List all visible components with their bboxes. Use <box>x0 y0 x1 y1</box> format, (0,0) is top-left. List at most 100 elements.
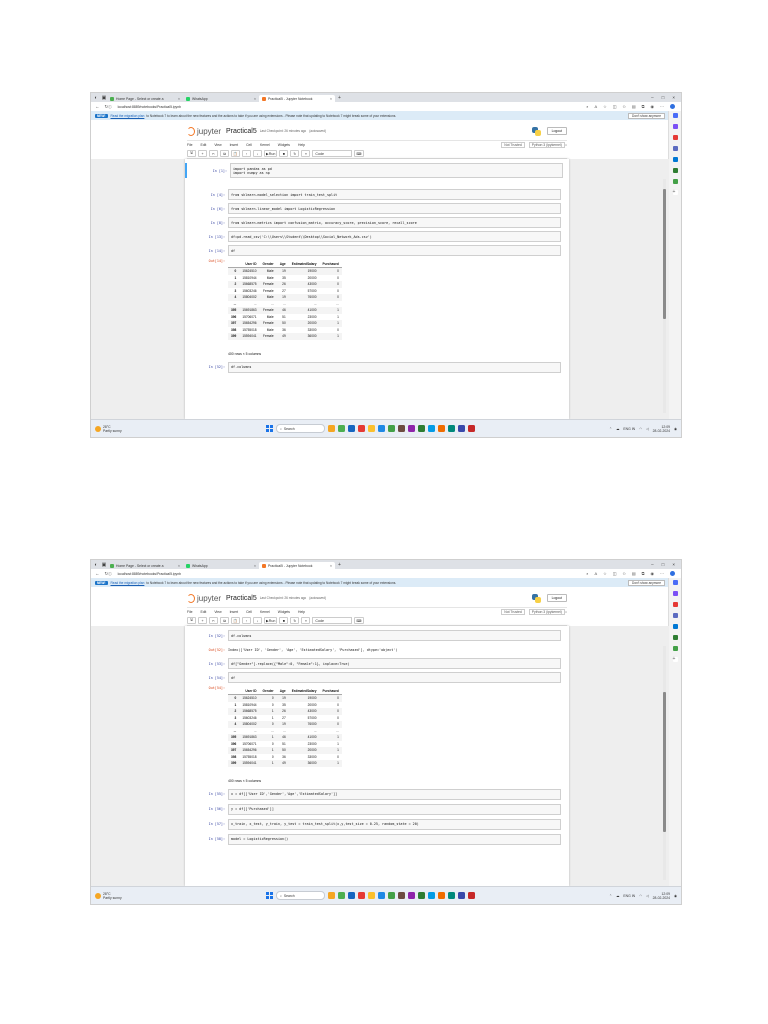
menu-item-edit[interactable]: Edit <box>200 610 206 614</box>
volume-icon[interactable]: ◁ <box>646 894 649 898</box>
taskbar-app-icon[interactable] <box>418 425 425 432</box>
profile-icon[interactable]: ◐ <box>93 562 99 568</box>
sidebar-app-icon[interactable] <box>672 624 678 629</box>
code-input[interactable]: df <box>228 672 561 683</box>
zoom-icon[interactable]: ⌕ <box>586 104 588 109</box>
sidebar-app-icon[interactable] <box>672 146 678 151</box>
code-cell[interactable]: In [54]: df <box>185 672 569 683</box>
taskbar-app-icon[interactable] <box>328 425 335 432</box>
tab-close-icon[interactable]: × <box>330 564 332 568</box>
tray-chevron-icon[interactable]: ⌃ <box>609 894 612 898</box>
close-window-icon[interactable]: × <box>672 562 675 567</box>
notification-icon[interactable]: ◉ <box>674 427 677 431</box>
more-icon[interactable]: ⋯ <box>660 571 664 576</box>
taskbar-app-icon[interactable] <box>388 425 395 432</box>
menu-item-file[interactable]: File <box>187 610 192 614</box>
cell-type-select[interactable]: Code <box>312 150 353 157</box>
code-cell[interactable]: In [4]: from sklearn.model_selection impo… <box>185 189 569 200</box>
sidebar-app-icon[interactable] <box>672 591 678 596</box>
split-icon[interactable]: ◫ <box>613 104 617 109</box>
favorites-icon[interactable]: ✩ <box>623 104 626 109</box>
taskbar-app-icon[interactable] <box>348 892 355 899</box>
weather-widget[interactable]: 28°C Partly sunny <box>95 892 122 900</box>
more-icon[interactable]: ⋯ <box>660 104 664 109</box>
copy-icon[interactable]: ⧉ <box>220 150 229 157</box>
start-icon[interactable] <box>266 425 273 432</box>
menu-item-edit[interactable]: Edit <box>200 143 206 147</box>
taskbar-app-icon[interactable] <box>468 425 475 432</box>
migration-plan-link[interactable]: Read the migration plan <box>111 581 145 585</box>
menu-item-kernel[interactable]: Kernel <box>260 610 270 614</box>
code-input[interactable]: df["Gender"].replace({"Male":0, "Female"… <box>228 658 561 669</box>
collections-icon[interactable]: ▤ <box>632 571 636 576</box>
copilot-icon[interactable]: ◉ <box>651 104 655 109</box>
new-tab-icon[interactable]: + <box>338 562 341 568</box>
code-input[interactable]: y = df[['Purchased']] <box>228 803 561 815</box>
browser-tab[interactable]: Practical5 - Jupyter Notebook × <box>259 95 335 102</box>
sidebar-app-icon[interactable] <box>672 157 678 162</box>
code-input[interactable]: df=pd.read_csv('C:\\Users\\Student\\Desk… <box>228 231 561 242</box>
code-cell[interactable]: In [13]: df=pd.read_csv('C:\\Users\\Stude… <box>185 231 569 242</box>
sidebar-app-icon[interactable] <box>672 179 678 184</box>
run-button[interactable]: ▶ Run <box>264 617 278 624</box>
code-cell[interactable]: In [53]: df["Gender"].replace({"Male":0, … <box>185 658 569 669</box>
weather-widget[interactable]: 28°C Partly sunny <box>95 425 122 433</box>
taskbar-app-icon[interactable] <box>338 425 345 432</box>
run-button[interactable]: ▶ Run <box>264 150 278 157</box>
dont-show-button[interactable]: Don't show anymore <box>628 579 665 586</box>
sidebar-app-icon[interactable] <box>672 113 678 118</box>
tab-close-icon[interactable]: × <box>254 97 256 101</box>
taskbar-app-icon[interactable] <box>348 425 355 432</box>
code-cell[interactable]: In [57]: x_train, x_test, y_train, y_test… <box>185 818 569 830</box>
browser-tab[interactable]: WhatsApp × <box>183 95 259 102</box>
favorites-icon[interactable]: ✩ <box>623 571 626 576</box>
sidebar-app-icon[interactable] <box>672 580 678 585</box>
logout-button[interactable]: Logout <box>546 127 567 135</box>
url-field[interactable]: localhost:8889/notebooks/Practical5.ipyn… <box>118 105 181 109</box>
paste-icon[interactable]: 📋 <box>231 150 240 157</box>
code-input[interactable]: df.columns <box>228 630 561 641</box>
taskbar-app-icon[interactable] <box>338 892 345 899</box>
menu-item-widgets[interactable]: Widgets <box>278 610 290 614</box>
account-icon[interactable] <box>670 571 675 576</box>
trusted-indicator[interactable]: Not Trusted <box>501 142 525 148</box>
scrollbar-thumb[interactable] <box>663 189 666 319</box>
taskbar-app-icon[interactable] <box>388 892 395 899</box>
taskbar-app-icon[interactable] <box>408 892 415 899</box>
maximize-icon[interactable]: □ <box>662 562 665 567</box>
code-input[interactable]: from sklearn.metrics import confusion_ma… <box>228 217 561 228</box>
taskbar-app-icon[interactable] <box>428 892 435 899</box>
wifi-icon[interactable]: ◠ <box>639 894 642 898</box>
taskbar-app-icon[interactable] <box>418 892 425 899</box>
sidebar-app-icon[interactable] <box>672 168 678 173</box>
code-cell[interactable]: In [52]: df.columns <box>185 361 569 373</box>
menu-item-insert[interactable]: Insert <box>230 143 238 147</box>
cut-icon[interactable]: ✂ <box>209 150 218 157</box>
taskbar-search[interactable]: ⌕ Search <box>276 424 325 433</box>
taskbar-app-icon[interactable] <box>468 892 475 899</box>
taskbar-app-icon[interactable] <box>458 892 465 899</box>
fast-forward-icon[interactable]: » <box>301 150 311 157</box>
taskbar-app-icon[interactable] <box>398 892 405 899</box>
taskbar-app-icon[interactable] <box>358 892 365 899</box>
menu-item-insert[interactable]: Insert <box>230 610 238 614</box>
menu-item-view[interactable]: View <box>214 610 221 614</box>
vertical-scrollbar[interactable] <box>663 646 666 880</box>
code-input[interactable]: x_train, x_test, y_train, y_test = train… <box>228 818 561 830</box>
tab-close-icon[interactable]: × <box>254 564 256 568</box>
move-down-icon[interactable]: ↓ <box>253 617 262 624</box>
taskbar-app-icon[interactable] <box>438 425 445 432</box>
wifi-icon[interactable]: ◠ <box>639 427 642 431</box>
copy-icon[interactable]: ⧉ <box>220 617 229 624</box>
new-tab-icon[interactable]: + <box>338 95 341 101</box>
code-input[interactable]: x = df[['User ID','Gender','Age','Estima… <box>228 788 561 800</box>
code-input[interactable]: from sklearn.linear_model import Logisti… <box>228 203 561 214</box>
sidebar-app-icon[interactable] <box>672 124 678 129</box>
add-cell-icon[interactable]: + <box>198 150 207 157</box>
tab-close-icon[interactable]: × <box>330 97 332 101</box>
code-cell[interactable]: In [8]: from sklearn.metrics import confu… <box>185 217 569 228</box>
account-icon[interactable] <box>670 104 675 109</box>
taskbar-search[interactable]: ⌕ Search <box>276 891 325 900</box>
minimize-icon[interactable]: – <box>651 95 654 100</box>
code-cell[interactable]: In [14]: df <box>185 245 569 256</box>
